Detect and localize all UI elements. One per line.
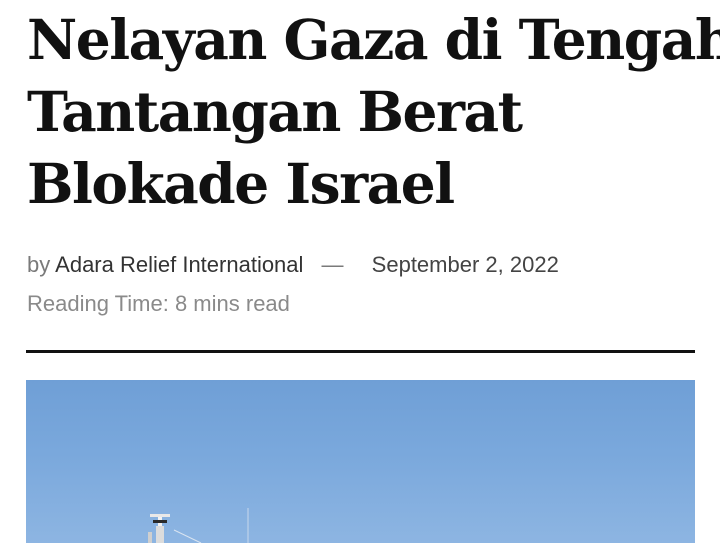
title-line-2: Tantangan Berat — [27, 79, 523, 144]
featured-image — [26, 380, 695, 543]
article-header: Nelayan Gaza di Tengah Tantangan Berat B… — [0, 0, 720, 543]
title-line-1: Nelayan Gaza di Tengah — [27, 7, 720, 72]
meta-separator: — — [321, 252, 344, 277]
boat-mast-image — [148, 508, 249, 543]
title-line-3: Blokade Israel — [27, 151, 455, 216]
article-title: Nelayan Gaza di Tengah Tantangan Berat B… — [27, 4, 720, 220]
author-link[interactable]: Adara Relief International — [55, 252, 303, 277]
article-meta: by Adara Relief International — Septembe… — [27, 250, 559, 280]
by-label: by — [27, 252, 51, 277]
reading-time: Reading Time: 8 mins read — [27, 291, 290, 316]
header-divider — [26, 350, 695, 353]
publish-date: September 2, 2022 — [371, 252, 559, 277]
